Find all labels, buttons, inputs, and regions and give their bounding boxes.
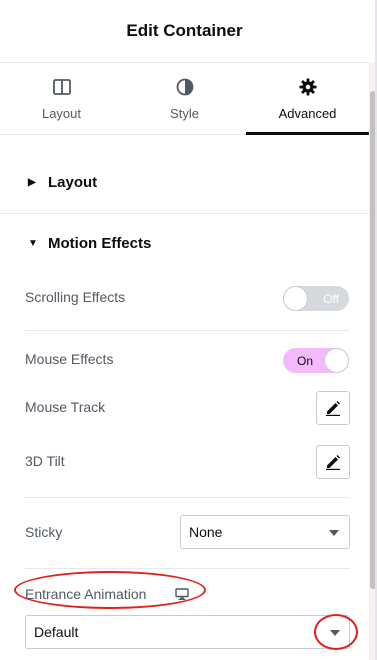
gear-icon <box>299 78 316 95</box>
sticky-select[interactable]: None <box>180 515 350 549</box>
chevron-down-icon <box>330 630 340 636</box>
entrance-animation-label: Entrance Animation <box>25 586 147 602</box>
tab-layout[interactable]: Layout <box>0 63 123 134</box>
section-layout-title: Layout <box>48 173 98 191</box>
entrance-animation-select[interactable]: Default <box>25 615 350 649</box>
tab-layout-label: Layout <box>41 105 82 121</box>
row-divider <box>25 330 350 331</box>
section-divider <box>0 213 369 214</box>
tilt-3d-label: 3D Tilt <box>25 453 65 469</box>
toggle-state-text: On <box>297 354 314 368</box>
entrance-animation-select-value: Default <box>34 624 79 640</box>
pencil-icon <box>326 455 340 470</box>
chevron-down-icon <box>329 530 339 536</box>
toggle-knob <box>324 348 349 373</box>
columns-icon <box>52 78 71 95</box>
pencil-icon <box>326 401 340 416</box>
tab-style[interactable]: Style <box>123 63 246 134</box>
toggle-state-text: Off <box>323 292 339 306</box>
mouse-track-edit-button[interactable] <box>316 391 350 425</box>
sticky-label: Sticky <box>25 524 63 540</box>
mouse-effects-label: Mouse Effects <box>25 351 114 367</box>
tilt-3d-edit-button[interactable] <box>316 445 350 479</box>
panel-title: Edit Container <box>126 21 243 40</box>
mouse-effects-toggle[interactable]: On <box>283 348 349 373</box>
tab-advanced[interactable]: Advanced <box>246 63 369 135</box>
half-circle-icon <box>176 78 193 95</box>
panel-header: Edit Container <box>0 0 369 63</box>
tab-advanced-label: Advanced <box>278 105 337 121</box>
caret-right-icon: ▶ <box>28 176 36 188</box>
tab-bar: Layout Style Advanced <box>0 63 369 135</box>
scrolling-effects-toggle[interactable]: Off <box>283 286 349 311</box>
tab-style-label: Style <box>170 105 199 121</box>
scrolling-effects-label: Scrolling Effects <box>25 289 126 305</box>
row-divider <box>25 497 350 498</box>
desktop-icon[interactable] <box>175 588 189 600</box>
sticky-select-value: None <box>189 524 223 540</box>
row-divider <box>25 568 350 569</box>
section-layout-header[interactable]: ▶ Layout <box>0 162 369 202</box>
caret-down-icon: ▼ <box>28 237 38 249</box>
section-motion-effects-title: Motion Effects <box>48 234 152 252</box>
section-motion-effects-header[interactable]: ▼ Motion Effects <box>0 223 369 263</box>
mouse-track-label: Mouse Track <box>25 399 106 415</box>
toggle-knob <box>283 286 308 311</box>
